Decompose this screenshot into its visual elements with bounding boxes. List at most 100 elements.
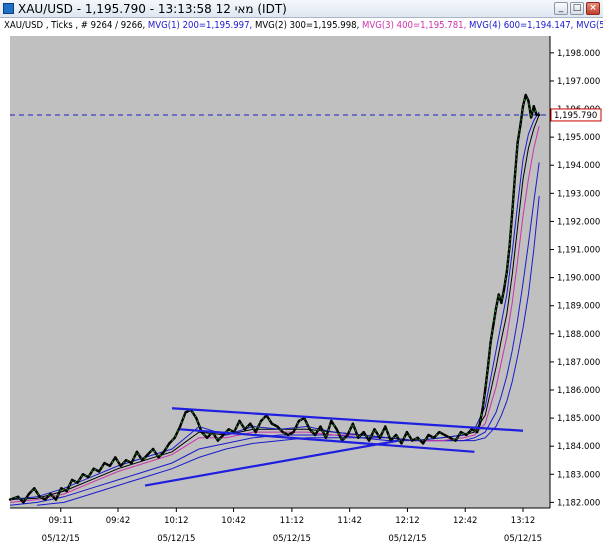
price-point — [508, 245, 511, 248]
price-point — [524, 93, 527, 97]
x-tick-label: 11:42 — [337, 516, 362, 526]
price-point — [513, 175, 517, 178]
price-point — [292, 430, 295, 434]
price-point — [276, 425, 279, 428]
price-point — [38, 495, 41, 498]
price-point — [227, 428, 230, 431]
x-tick-label: 12:42 — [453, 516, 478, 526]
price-point — [378, 436, 382, 439]
price-point — [259, 419, 263, 423]
price-chart[interactable]: 1,182.000 1,183.000 1,184.000 1,185.000 1,18… — [0, 0, 603, 550]
price-point — [243, 428, 247, 431]
price-point — [427, 433, 430, 437]
price-point — [335, 428, 338, 431]
price-point — [238, 419, 241, 423]
y-tick-label: 1,189.000 — [557, 302, 600, 312]
x-tick-label: 12:12 — [395, 516, 420, 526]
price-point — [76, 481, 79, 484]
price-point — [384, 425, 387, 428]
price-point — [135, 450, 139, 454]
price-point — [108, 464, 112, 468]
x-tick-label: 10:12 — [164, 516, 189, 526]
price-point — [505, 270, 508, 274]
x-tick-label: 09:11 — [49, 516, 74, 526]
price-point — [481, 408, 484, 411]
price-point — [270, 422, 274, 425]
price-point — [521, 105, 525, 108]
price-point — [92, 467, 95, 470]
price-point — [465, 433, 468, 437]
x-date-label: 05/12/15 — [504, 534, 542, 544]
price-point — [119, 464, 122, 468]
price-point — [494, 307, 498, 310]
price-point — [49, 492, 52, 496]
price-point — [511, 211, 514, 215]
y-tick-label: 1,187.000 — [557, 358, 600, 368]
price-point — [151, 447, 155, 451]
price-point — [478, 422, 481, 425]
price-point — [146, 453, 149, 456]
price-point — [27, 492, 31, 496]
price-point — [484, 388, 487, 392]
price-point — [516, 141, 519, 144]
y-tick-label: 1,186.000 — [557, 386, 600, 396]
price-point — [367, 439, 371, 442]
price-point — [249, 422, 252, 425]
price-point — [308, 428, 311, 431]
price-point — [205, 436, 209, 439]
price-point — [432, 436, 436, 439]
price-point — [421, 442, 425, 445]
price-point — [362, 430, 365, 434]
price-point — [443, 433, 446, 437]
price-point — [286, 433, 290, 437]
x-date-label: 05/12/15 — [388, 534, 426, 544]
price-point — [373, 428, 376, 431]
price-point — [330, 419, 333, 423]
x-date-label: 05/12/15 — [157, 534, 195, 544]
y-tick-label: 1,190.000 — [557, 274, 600, 284]
price-point — [411, 439, 414, 442]
x-tick-label: 10:42 — [221, 516, 246, 526]
price-point — [130, 461, 133, 465]
x-tick-label: 13:12 — [511, 516, 536, 526]
price-point — [527, 99, 530, 102]
y-tick-label: 1,191.000 — [557, 246, 600, 256]
price-point — [438, 430, 441, 434]
price-point — [178, 425, 182, 428]
price-point — [400, 442, 403, 445]
price-point — [416, 436, 419, 439]
price-point — [43, 498, 47, 501]
y-tick-label: 1,195.000 — [557, 133, 600, 143]
price-point — [324, 436, 328, 439]
price-point — [394, 433, 398, 437]
price-point — [489, 341, 492, 344]
price-point — [254, 430, 257, 434]
price-point — [535, 113, 538, 116]
y-tick-label: 1,184.000 — [557, 442, 600, 452]
price-point — [195, 416, 198, 420]
y-tick-label: 1,183.000 — [557, 470, 600, 480]
price-point — [532, 105, 535, 108]
price-point — [519, 124, 522, 128]
y-tick-label: 1,198.000 — [557, 49, 600, 59]
x-date-label: 05/12/15 — [42, 534, 80, 544]
y-tick-label: 1,192.000 — [557, 217, 600, 227]
x-tick-label: 09:42 — [106, 516, 131, 526]
current-price-label: 1,195.790 — [554, 111, 597, 121]
price-point — [319, 425, 322, 428]
price-point — [54, 498, 58, 501]
price-point — [475, 430, 479, 434]
y-tick-label: 1,182.000 — [557, 498, 600, 508]
price-point — [16, 495, 20, 498]
price-point — [222, 433, 225, 437]
price-point — [184, 411, 187, 414]
price-point — [492, 324, 495, 327]
price-point — [60, 487, 63, 490]
price-point — [81, 473, 85, 476]
price-point — [33, 487, 36, 490]
x-tick-label: 11:12 — [280, 516, 305, 526]
price-point — [162, 450, 166, 454]
price-point — [8, 498, 12, 501]
price-point — [500, 301, 503, 305]
price-point — [124, 459, 128, 462]
